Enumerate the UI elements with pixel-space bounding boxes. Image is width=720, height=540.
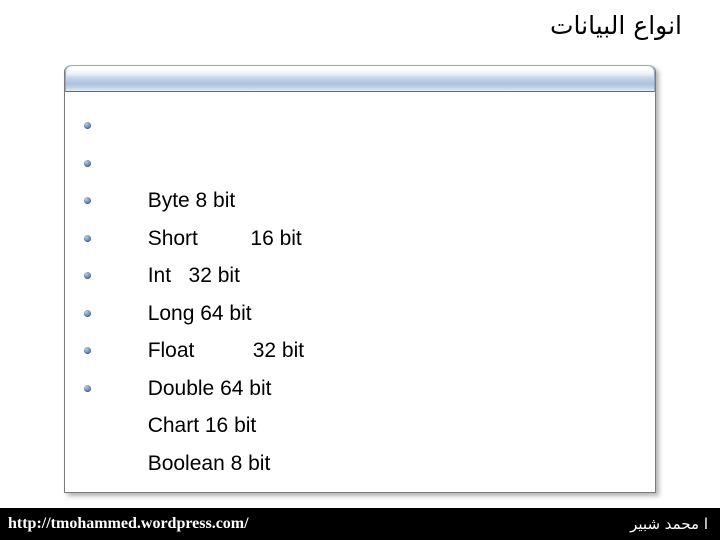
slide-title: انواع البيانات xyxy=(549,11,682,40)
bullet-icon xyxy=(84,197,91,205)
bullet-icon xyxy=(84,159,91,167)
list-item-label: Chart 16 bit xyxy=(147,414,257,437)
list-item: Chart 16 bit xyxy=(65,332,655,437)
bullet-icon xyxy=(84,234,91,242)
footer-author-name: ا محمد شبير xyxy=(630,515,708,533)
panel-body: Byte 8 bit Short 16 bit Int 32 bit Long … xyxy=(65,92,655,492)
data-types-list: Byte 8 bit Short 16 bit Int 32 bit Long … xyxy=(65,107,655,475)
list-item: Short 16 bit xyxy=(65,145,655,250)
list-item-label: Boolean 8 bit xyxy=(147,451,271,475)
bullet-icon xyxy=(84,272,91,280)
list-item: Float 32 bit xyxy=(65,257,655,362)
panel-header-gloss xyxy=(67,67,653,76)
list-item: Double 64 bit xyxy=(65,295,655,400)
footer-url-link[interactable]: http://tmohammed.wordpress.com/ xyxy=(8,508,249,540)
list-item: Boolean 8 bit xyxy=(65,370,655,475)
list-item: Int 32 bit xyxy=(65,182,655,287)
content-panel: Byte 8 bit Short 16 bit Int 32 bit Long … xyxy=(64,65,656,493)
bullet-icon xyxy=(84,347,91,355)
list-item: Long 64 bit xyxy=(65,220,655,325)
panel-header-bar xyxy=(65,65,655,92)
list-item: Byte 8 bit xyxy=(65,107,655,212)
bullet-icon xyxy=(84,309,91,317)
bullet-icon xyxy=(84,122,91,130)
footer-bar: http://tmohammed.wordpress.com/ ا محمد ش… xyxy=(0,508,720,540)
bullet-icon xyxy=(84,384,91,392)
